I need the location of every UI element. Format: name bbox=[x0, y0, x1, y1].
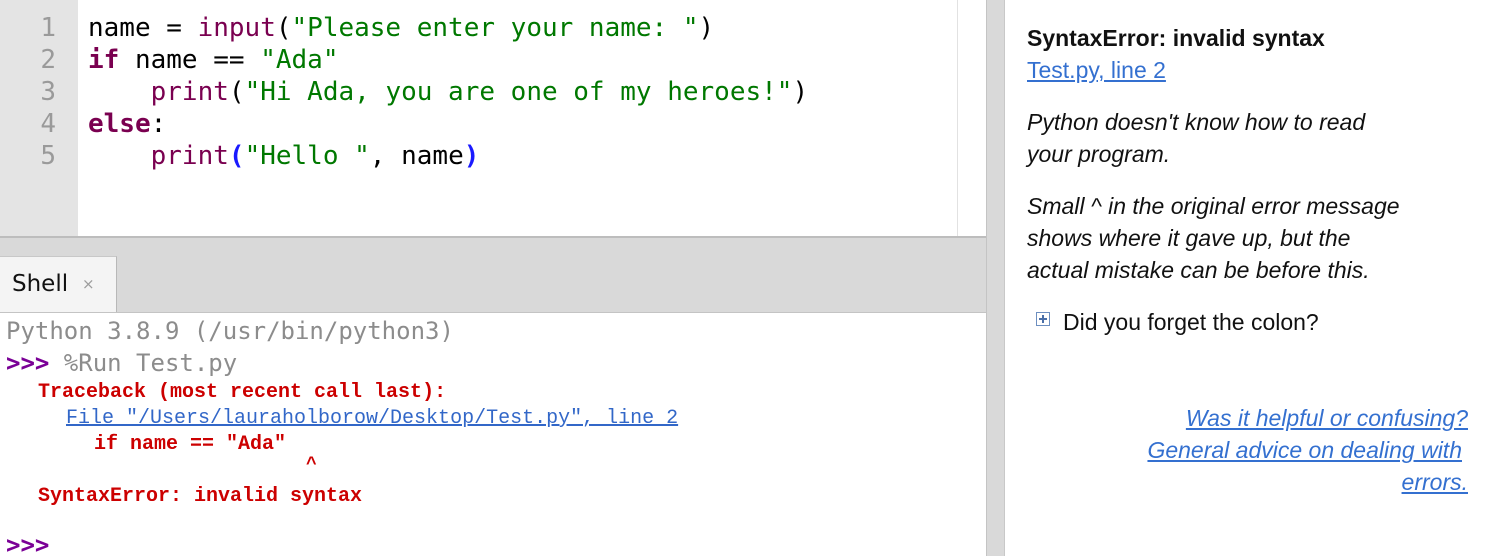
code-line-5[interactable]: print("Hello ", name) bbox=[88, 140, 480, 172]
code-line-2[interactable]: if name == "Ada" bbox=[88, 44, 338, 76]
general-advice-link-cont[interactable]: errors. bbox=[1402, 466, 1468, 498]
shell-tab-bar: Shell × bbox=[0, 256, 986, 312]
feedback-link[interactable]: Was it helpful or confusing? bbox=[1186, 402, 1468, 434]
run-command-line: >>> %Run Test.py bbox=[6, 349, 238, 377]
explanation-line: your program. bbox=[1027, 141, 1171, 167]
syntax-error-message: SyntaxError: invalid syntax bbox=[38, 485, 363, 508]
traceback-header: Traceback (most recent call last): bbox=[38, 381, 447, 404]
explanation-line: Python doesn't know how to read bbox=[1027, 109, 1366, 135]
traceback-source-line: if name == "Ada" bbox=[94, 433, 287, 456]
code-line-3[interactable]: print("Hi Ada, you are one of my heroes!… bbox=[88, 76, 808, 108]
close-icon[interactable]: × bbox=[82, 275, 95, 293]
general-advice-link[interactable]: General advice on dealing with bbox=[1147, 434, 1462, 466]
expand-plus-icon[interactable] bbox=[1036, 312, 1050, 326]
editor-shell-splitter[interactable] bbox=[0, 238, 986, 256]
traceback-file-link[interactable]: File "/Users/lauraholborow/Desktop/Test.… bbox=[66, 407, 678, 430]
line-number-gutter: 1 2 3 4 5 bbox=[0, 0, 78, 236]
line-number: 4 bbox=[40, 109, 56, 139]
shell-prompt[interactable]: >>> bbox=[6, 531, 49, 559]
assistant-panel: SyntaxError: invalid syntax Test.py, lin… bbox=[1004, 0, 1508, 556]
line-number: 3 bbox=[40, 77, 56, 107]
explanation-line: actual mistake can be before this. bbox=[1027, 257, 1370, 283]
explanation-line: Small ^ in the original error message bbox=[1027, 193, 1400, 219]
python-version-banner: Python 3.8.9 (/usr/bin/python3) bbox=[6, 317, 454, 345]
line-number: 1 bbox=[40, 13, 56, 43]
hint-colon[interactable]: Did you forget the colon? bbox=[1063, 306, 1319, 338]
prompt: >>> bbox=[6, 349, 50, 377]
shell-console[interactable]: Python 3.8.9 (/usr/bin/python3) >>> %Run… bbox=[0, 312, 986, 559]
tab-shell[interactable]: Shell × bbox=[0, 256, 117, 312]
line-number: 2 bbox=[40, 45, 56, 75]
error-title: SyntaxError: invalid syntax bbox=[1027, 25, 1325, 51]
assistant-splitter[interactable] bbox=[986, 0, 1004, 556]
explanation-line: shows where it gave up, but the bbox=[1027, 225, 1351, 251]
code-editor[interactable]: 1 2 3 4 5 name = input("Please enter you… bbox=[0, 0, 986, 238]
tab-shell-label: Shell bbox=[12, 271, 69, 297]
editor-scrollbar[interactable] bbox=[957, 0, 984, 236]
code-line-1[interactable]: name = input("Please enter your name: ") bbox=[88, 12, 714, 44]
error-caret: ^ bbox=[306, 455, 317, 475]
line-number: 5 bbox=[40, 141, 56, 171]
code-line-4[interactable]: else: bbox=[88, 108, 166, 140]
error-location-link[interactable]: Test.py, line 2 bbox=[1027, 54, 1166, 86]
